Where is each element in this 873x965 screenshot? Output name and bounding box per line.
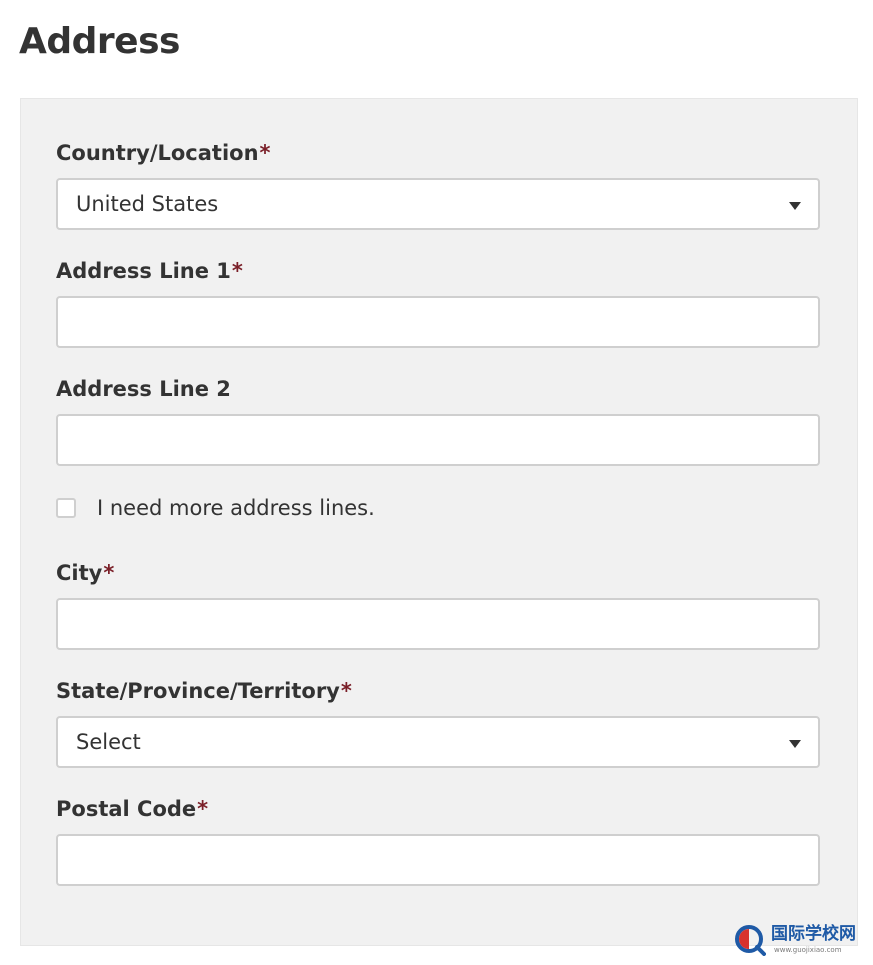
country-select[interactable]: United States bbox=[56, 178, 820, 230]
required-marker: * bbox=[340, 679, 352, 703]
more-address-lines-checkbox[interactable] bbox=[56, 498, 76, 518]
city-input[interactable] bbox=[58, 600, 818, 648]
state-select[interactable]: Select bbox=[56, 716, 820, 768]
address-line-2-label: Address Line 2 bbox=[56, 377, 231, 401]
more-address-lines-label[interactable]: I need more address lines. bbox=[97, 494, 375, 522]
postal-code-input[interactable] bbox=[58, 836, 818, 884]
address-line-1-field[interactable] bbox=[56, 296, 820, 348]
postal-code-label: Postal Code* bbox=[56, 795, 208, 823]
state-select-value: Select bbox=[76, 730, 141, 754]
state-label-text: State/Province/Territory bbox=[56, 679, 340, 703]
watermark-subtext: www.guojixiao.com bbox=[774, 946, 842, 954]
state-label: State/Province/Territory* bbox=[56, 677, 352, 705]
address-line-1-label: Address Line 1* bbox=[56, 257, 243, 285]
chevron-down-icon bbox=[789, 202, 801, 210]
page-title: Address bbox=[19, 21, 180, 62]
city-label: City* bbox=[56, 559, 114, 587]
watermark-text: 国际学校网 bbox=[771, 924, 856, 944]
required-marker: * bbox=[197, 797, 209, 821]
address-line-2-input[interactable] bbox=[58, 416, 818, 464]
required-marker: * bbox=[103, 561, 115, 585]
required-marker: * bbox=[231, 259, 243, 283]
address-line-1-label-text: Address Line 1 bbox=[56, 259, 231, 283]
chevron-down-icon bbox=[789, 740, 801, 748]
watermark: 国际学校网 www.guojixiao.com bbox=[734, 922, 864, 960]
postal-code-label-text: Postal Code bbox=[56, 797, 197, 821]
required-marker: * bbox=[259, 141, 271, 165]
country-label: Country/Location* bbox=[56, 139, 271, 167]
country-label-text: Country/Location bbox=[56, 141, 259, 165]
more-address-lines-option[interactable]: I need more address lines. bbox=[56, 494, 375, 522]
city-label-text: City bbox=[56, 561, 103, 585]
address-line-2-field[interactable] bbox=[56, 414, 820, 466]
city-field[interactable] bbox=[56, 598, 820, 650]
country-select-value: United States bbox=[76, 192, 219, 216]
postal-code-field[interactable] bbox=[56, 834, 820, 886]
magnifier-logo-icon bbox=[735, 925, 766, 956]
address-line-1-input[interactable] bbox=[58, 298, 818, 346]
